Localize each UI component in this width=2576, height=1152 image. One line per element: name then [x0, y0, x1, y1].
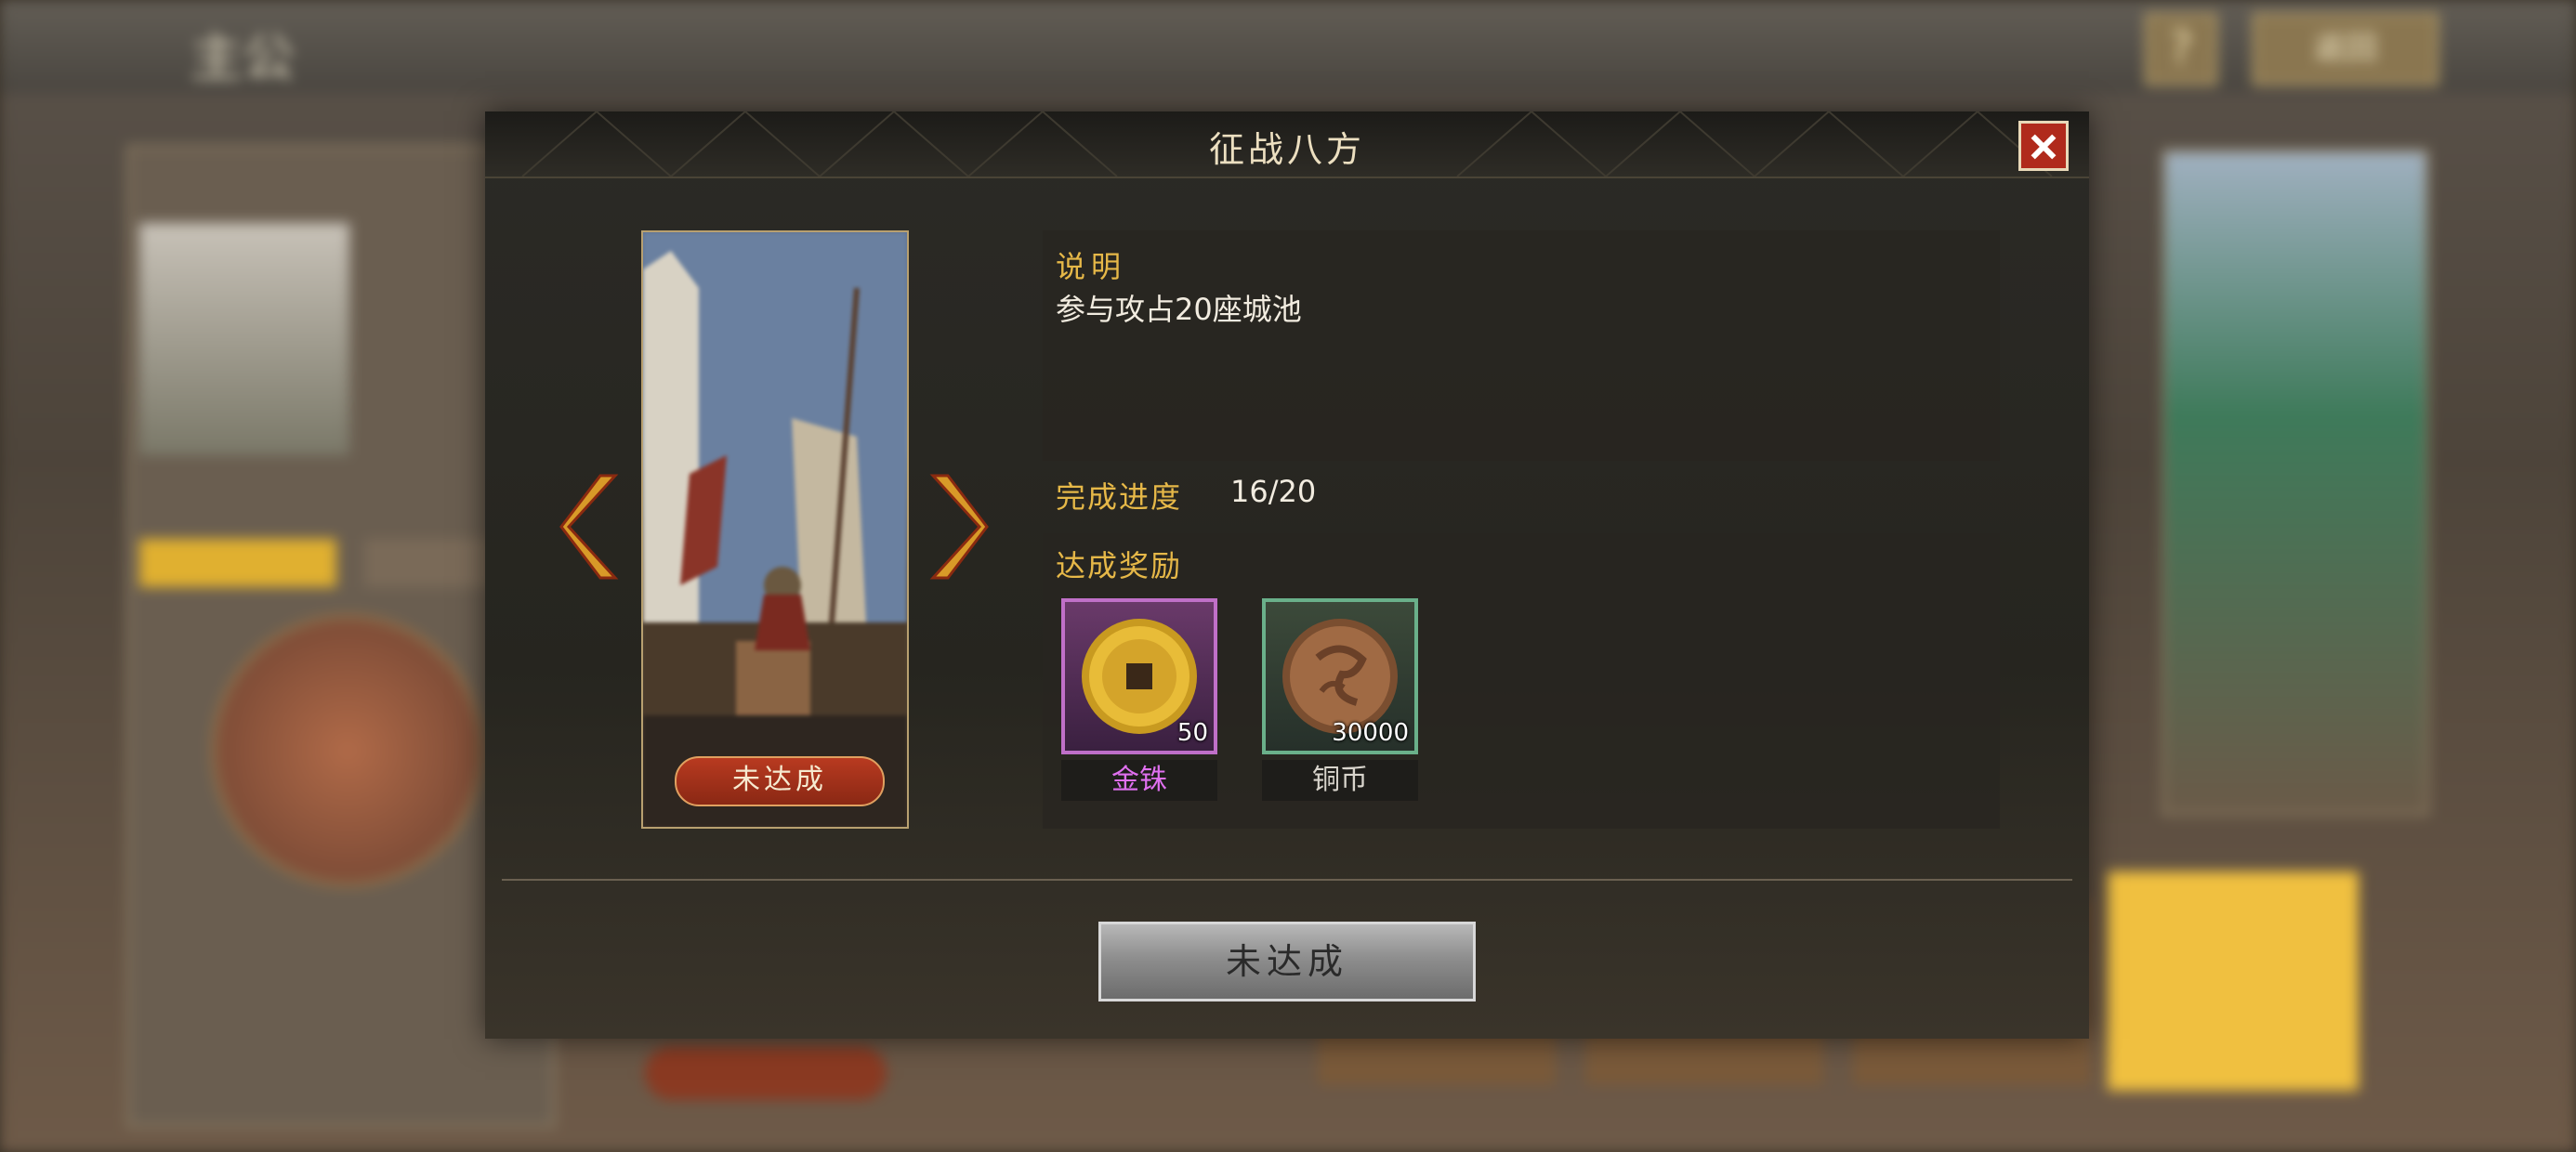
description-text: 参与攻占20座城池	[1056, 292, 1302, 327]
background-card	[2162, 149, 2429, 816]
reward-count: 50	[1176, 719, 1208, 747]
close-button[interactable]	[2018, 121, 2069, 171]
achievement-card: 未达成	[641, 230, 909, 829]
chevron-right-icon[interactable]	[927, 472, 989, 582]
left-tab-active	[139, 539, 336, 587]
back-button: 返回	[2253, 13, 2438, 85]
help-button: ?	[2145, 13, 2217, 85]
background-tile-highlight	[2108, 871, 2359, 1091]
reward-item[interactable]: 50 金铢	[1061, 598, 1217, 801]
page-title: 主公	[191, 29, 295, 89]
status-button[interactable]: 未达成	[1098, 922, 1476, 1001]
rewards-box: 达成奖励 50 金铢 30000 铜币	[1043, 533, 2000, 829]
general-portrait	[139, 223, 349, 455]
reward-name: 铜币	[1262, 760, 1418, 801]
divider	[502, 879, 2072, 881]
reward-count: 30000	[1332, 719, 1409, 747]
reward-item[interactable]: 30000 铜币	[1262, 598, 1418, 801]
reward-icon-frame: 50	[1061, 598, 1217, 754]
reward-name: 金铢	[1061, 760, 1217, 801]
reward-icon-frame: 30000	[1262, 598, 1418, 754]
progress-value: 16/20	[1230, 474, 1317, 509]
dialog-header: 征战八方	[485, 111, 2089, 178]
rewards-heading: 达成奖励	[1056, 548, 1183, 583]
background-pill-button	[645, 1046, 887, 1100]
dialog-title: 征战八方	[1208, 129, 1365, 170]
card-status-badge: 未达成	[675, 756, 885, 806]
achievement-dialog: 征战八方 未达成 说明 参与攻占20座城池 完成进度 16/20 达成奖励 50…	[485, 111, 2089, 1039]
chevron-left-icon[interactable]	[559, 472, 621, 582]
description-heading: 说明	[1056, 249, 1127, 284]
progress-label: 完成进度	[1056, 479, 1183, 515]
lord-avatar	[210, 613, 485, 888]
battle-ship-image	[643, 232, 907, 827]
description-box: 说明 参与攻占20座城池	[1043, 230, 2000, 461]
